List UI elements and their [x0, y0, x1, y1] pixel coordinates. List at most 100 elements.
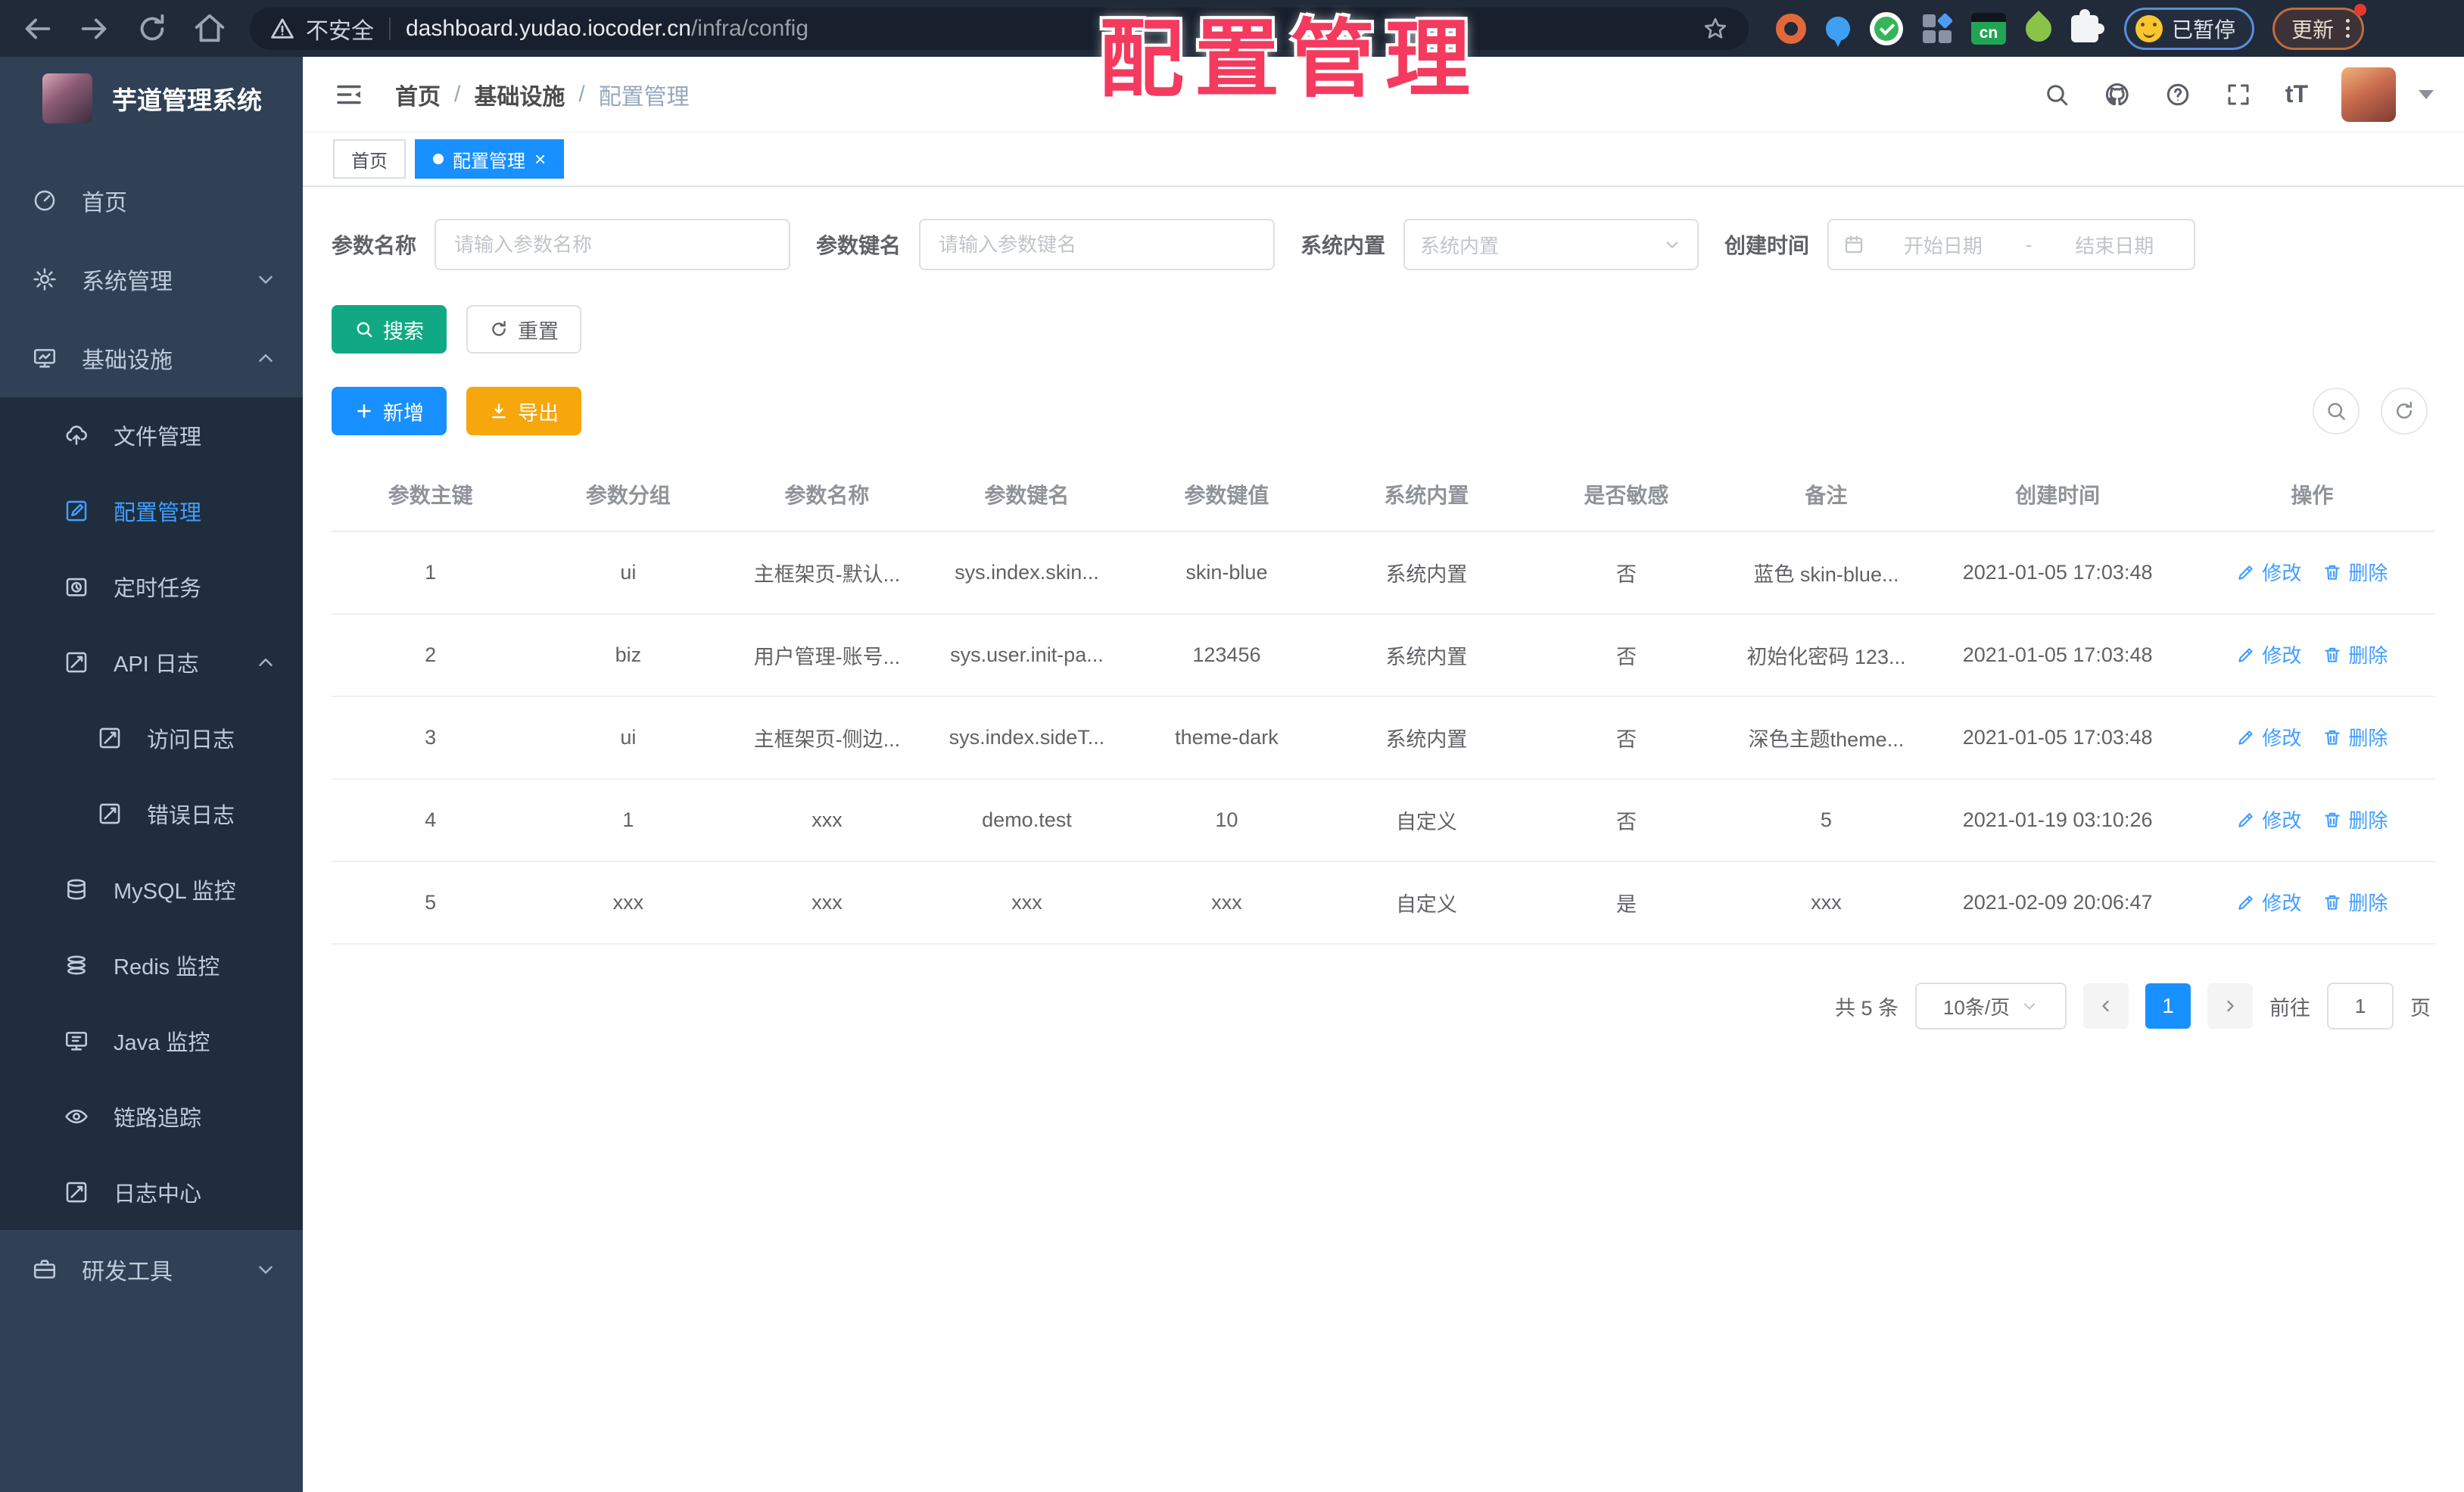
add-button[interactable]: 新增 — [332, 387, 447, 435]
delete-link[interactable]: 删除 — [2322, 558, 2388, 586]
github-icon[interactable] — [2104, 81, 2131, 108]
param-name-input[interactable] — [435, 219, 791, 270]
edit-link[interactable]: 修改 — [2236, 888, 2301, 916]
prev-page-button[interactable] — [2083, 983, 2129, 1029]
home-icon[interactable] — [192, 11, 227, 46]
sidebar-item-log-center[interactable]: 日志中心 — [0, 1154, 303, 1230]
edit-pen-icon — [2238, 730, 2254, 745]
url-path[interactable]: /infra/config — [691, 16, 808, 42]
database-icon — [64, 877, 89, 902]
page-content: 参数名称 参数键名 系统内置 系统内置 创建时间 开始日期 - 结束日期 搜索 — [303, 219, 2464, 1029]
current-page-button[interactable]: 1 — [2145, 983, 2191, 1029]
sidebar-item-access-log[interactable]: 访问日志 — [0, 700, 303, 776]
edit-link[interactable]: 修改 — [2236, 723, 2301, 751]
bookmark-star-icon[interactable] — [1702, 15, 1729, 42]
sidebar-item-system[interactable]: 系统管理 — [0, 240, 303, 319]
browser-menu-icon[interactable] — [2346, 19, 2350, 38]
table-cell: 否 — [1526, 614, 1727, 697]
table-row: 4 1 xxx demo.test 10 自定义否 5 2021-01-19 03:10:26… — [332, 779, 2435, 862]
edit-link[interactable]: 修改 — [2236, 640, 2301, 668]
delete-link[interactable]: 删除 — [2322, 723, 2388, 751]
date-start-placeholder[interactable]: 开始日期 — [1877, 231, 2009, 259]
next-page-button[interactable] — [2207, 983, 2253, 1029]
tab-close-icon[interactable]: × — [534, 149, 546, 169]
extension-leaf-icon[interactable] — [2020, 10, 2057, 47]
sidebar-logo[interactable]: 芋道管理系统 — [0, 57, 303, 140]
tab-config-manage[interactable]: 配置管理 × — [415, 139, 565, 179]
update-button[interactable]: 更新 — [2272, 3, 2367, 50]
user-avatar[interactable] — [2341, 67, 2396, 122]
table-cell: 123456 — [1126, 614, 1327, 697]
page-size-select[interactable]: 10条/页 — [1915, 983, 2067, 1029]
search-button[interactable]: 搜索 — [332, 305, 447, 354]
table-cell: xxx — [927, 861, 1127, 945]
export-button[interactable]: 导出 — [466, 387, 581, 435]
reload-icon[interactable] — [135, 11, 170, 46]
search-icon[interactable] — [2043, 81, 2070, 108]
extension-blue-pin-icon[interactable] — [1826, 16, 1850, 47]
extension-grid-icon[interactable] — [1923, 12, 1954, 43]
font-size-icon[interactable]: tT — [2285, 80, 2308, 108]
fullscreen-icon[interactable] — [2225, 81, 2252, 108]
security-label[interactable]: 不安全 — [306, 12, 374, 45]
help-icon[interactable] — [2164, 81, 2191, 108]
sidebar-item-tracing[interactable]: 链路追踪 — [0, 1079, 303, 1154]
system-builtin-label: 系统内置 — [1301, 234, 1386, 257]
sidebar-item-scheduled-jobs[interactable]: 定时任务 — [0, 549, 303, 625]
sidebar-item-config-manage[interactable]: 配置管理 — [0, 473, 303, 549]
sidebar-item-api-log[interactable]: API 日志 — [0, 625, 303, 700]
chevron-down-icon — [2024, 1003, 2036, 1010]
sidebar-item-mysql-monitor[interactable]: MySQL 监控 — [0, 852, 303, 927]
extension-cn-icon[interactable]: cn — [1971, 12, 2006, 45]
timer-icon — [64, 574, 89, 600]
sidebar-item-home[interactable]: 首页 — [0, 161, 303, 240]
date-end-placeholder[interactable]: 结束日期 — [2048, 231, 2180, 259]
edit-link[interactable]: 修改 — [2236, 558, 2301, 586]
sidebar-item-file-manage[interactable]: 文件管理 — [0, 397, 303, 473]
delete-link[interactable]: 删除 — [2322, 888, 2388, 916]
table-cell: 2 — [332, 614, 530, 697]
table-cell: 5 — [332, 861, 530, 945]
table-cell: 否 — [1526, 531, 1727, 615]
breadcrumb-home[interactable]: 首页 — [395, 78, 441, 111]
extension-orange-donut-icon[interactable] — [1776, 13, 1806, 44]
briefcase-icon — [32, 1257, 58, 1282]
edit-pen-icon — [2238, 813, 2254, 827]
goto-page-input[interactable] — [2327, 983, 2394, 1029]
toggle-search-button[interactable] — [2313, 388, 2360, 435]
back-icon[interactable] — [20, 11, 55, 46]
sidebar-item-dev-tools[interactable]: 研发工具 — [0, 1230, 303, 1309]
table-cell: ui — [529, 696, 727, 780]
trash-icon — [2325, 730, 2341, 745]
goto-label: 前往 — [2269, 996, 2310, 1020]
user-menu-caret-icon[interactable] — [2419, 89, 2434, 99]
table-cell: 初始化密码 123... — [1726, 614, 1927, 697]
sidebar-item-error-log[interactable]: 错误日志 — [0, 776, 303, 852]
address-bar[interactable]: 不安全 dashboard.yudao.iocoder.cn /infra/co… — [250, 7, 1749, 50]
col-sensitive: 是否敏感 — [1526, 458, 1727, 532]
sidebar-item-infra[interactable]: 基础设施 — [0, 319, 303, 397]
refresh-button[interactable] — [2381, 388, 2428, 435]
extensions-puzzle-icon[interactable] — [2071, 8, 2104, 42]
tab-home[interactable]: 首页 — [333, 139, 406, 179]
date-range-picker[interactable]: 开始日期 - 结束日期 — [1827, 219, 2196, 270]
delete-link[interactable]: 删除 — [2322, 640, 2388, 668]
table-cell: skin-blue — [1126, 531, 1327, 615]
reset-button[interactable]: 重置 — [466, 305, 581, 354]
breadcrumb-infra[interactable]: 基础设施 — [474, 78, 565, 111]
table-cell: 1 — [529, 779, 727, 862]
sidebar-item-redis-monitor[interactable]: Redis 监控 — [0, 927, 303, 1003]
param-key-input[interactable] — [919, 219, 1276, 270]
notification-dot — [2354, 3, 2367, 16]
extension-green-check-icon[interactable] — [1870, 11, 1903, 45]
table-cell-actions: 修改 删除 — [2188, 614, 2435, 697]
system-builtin-select[interactable]: 系统内置 — [1403, 219, 1699, 270]
forward-icon[interactable] — [77, 11, 112, 46]
tab-bar: 首页 配置管理 × — [303, 132, 2464, 187]
edit-link[interactable]: 修改 — [2236, 805, 2301, 833]
url-host[interactable]: dashboard.yudao.iocoder.cn — [406, 16, 691, 42]
sidebar-item-java-monitor[interactable]: Java 监控 — [0, 1003, 303, 1079]
paused-badge[interactable]: 已暂停 — [2124, 7, 2255, 50]
delete-link[interactable]: 删除 — [2322, 805, 2388, 833]
sidebar-collapse-icon[interactable] — [333, 79, 365, 111]
